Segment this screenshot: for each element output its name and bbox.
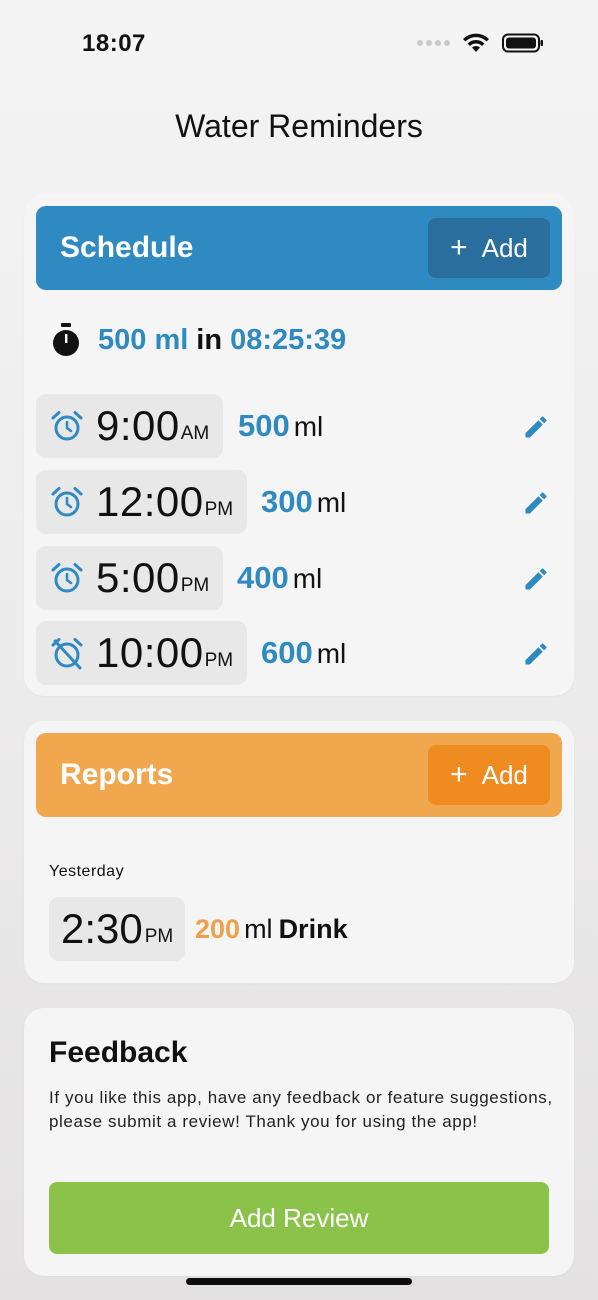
- alarm-off-icon: [51, 638, 83, 670]
- report-kind: Drink: [278, 914, 348, 944]
- status-time: 18:07: [82, 30, 146, 57]
- reminder-amount: 600 ml: [261, 621, 346, 686]
- battery-icon: [502, 33, 543, 53]
- reminder-amount: 500 ml: [238, 394, 323, 459]
- schedule-title: Schedule: [60, 231, 194, 264]
- schedule-card: Schedule + Add 500 ml in 08:25:39 9:00 A…: [24, 194, 574, 696]
- status-bar: 18:07: [0, 0, 598, 90]
- schedule-add-label: Add: [481, 232, 528, 263]
- amount-value: 500: [238, 408, 290, 443]
- next-amount: 500 ml: [98, 323, 189, 356]
- status-icons: [417, 33, 544, 53]
- reports-card: Reports + Add Yesterday 2:30 PM 200 ml Dri…: [24, 721, 574, 983]
- schedule-row[interactable]: 10:00 PM 600 ml: [36, 621, 562, 687]
- reminder-amount: 300 ml: [261, 470, 346, 535]
- schedule-row[interactable]: 12:00 PM 300 ml: [36, 470, 562, 536]
- next-reminder: 500 ml in 08:25:39: [50, 322, 346, 358]
- page-title: Water Reminders: [175, 108, 423, 144]
- feedback-title: Feedback: [49, 1036, 188, 1069]
- plus-icon: +: [450, 231, 468, 264]
- report-amount-unit: ml: [244, 914, 273, 944]
- amount-value: 600: [261, 635, 313, 670]
- feedback-text: If you like this app, have any feedback …: [49, 1088, 553, 1131]
- reminder-time: 10:00: [96, 629, 204, 676]
- plus-icon: +: [450, 758, 468, 791]
- reminder-period: PM: [204, 650, 234, 671]
- reminder-time: 12:00: [96, 478, 204, 525]
- home-indicator[interactable]: [186, 1278, 412, 1285]
- alarm-icon: [51, 411, 83, 441]
- reports-add-label: Add: [481, 759, 528, 790]
- report-amount: 200 ml Drink: [195, 897, 348, 961]
- report-amount-value: 200: [195, 914, 241, 944]
- report-period: PM: [144, 926, 174, 947]
- wifi-icon: [463, 33, 489, 52]
- amount-unit: ml: [316, 487, 347, 518]
- amount-value: 400: [237, 560, 289, 595]
- time-chip[interactable]: 12:00 PM: [36, 470, 248, 534]
- schedule-add-button[interactable]: + Add: [428, 218, 550, 278]
- amount-unit: ml: [316, 638, 347, 669]
- reports-title: Reports: [60, 758, 174, 791]
- report-day-label: Yesterday: [49, 863, 125, 880]
- alarm-icon: [51, 563, 83, 593]
- signal-icon: [417, 40, 450, 46]
- reminder-period: AM: [180, 423, 210, 444]
- time-chip[interactable]: 5:00 PM: [36, 546, 224, 610]
- amount-value: 300: [261, 484, 313, 519]
- amount-unit: ml: [293, 411, 324, 442]
- edit-icon[interactable]: [522, 489, 550, 517]
- reminder-period: PM: [180, 575, 210, 596]
- amount-unit: ml: [292, 563, 323, 594]
- edit-icon[interactable]: [522, 413, 550, 441]
- reminder-time: 9:00: [96, 402, 180, 449]
- alarm-icon: [51, 487, 83, 517]
- reminder-period: PM: [204, 499, 234, 520]
- edit-icon[interactable]: [522, 640, 550, 668]
- report-time-chip[interactable]: 2:30 PM: [49, 897, 186, 961]
- time-chip[interactable]: 10:00 PM: [36, 621, 248, 685]
- next-countdown: 08:25:39: [230, 323, 347, 356]
- edit-icon[interactable]: [522, 565, 550, 593]
- add-review-button[interactable]: Add Review: [49, 1182, 549, 1254]
- schedule-row[interactable]: 5:00 PM 400 ml: [36, 546, 562, 612]
- reports-add-button[interactable]: + Add: [428, 745, 550, 805]
- reports-header: Reports + Add: [36, 733, 562, 817]
- reminder-time: 5:00: [96, 554, 180, 601]
- schedule-row[interactable]: 9:00 AM 500 ml: [36, 394, 562, 460]
- time-chip[interactable]: 9:00 AM: [36, 394, 224, 458]
- schedule-header: Schedule + Add: [36, 206, 562, 290]
- reminder-amount: 400 ml: [237, 546, 322, 611]
- next-connector: in: [196, 323, 223, 356]
- stopwatch-icon: [53, 323, 79, 356]
- report-time: 2:30: [61, 905, 143, 952]
- feedback-card: Feedback If you like this app, have any …: [24, 1008, 574, 1276]
